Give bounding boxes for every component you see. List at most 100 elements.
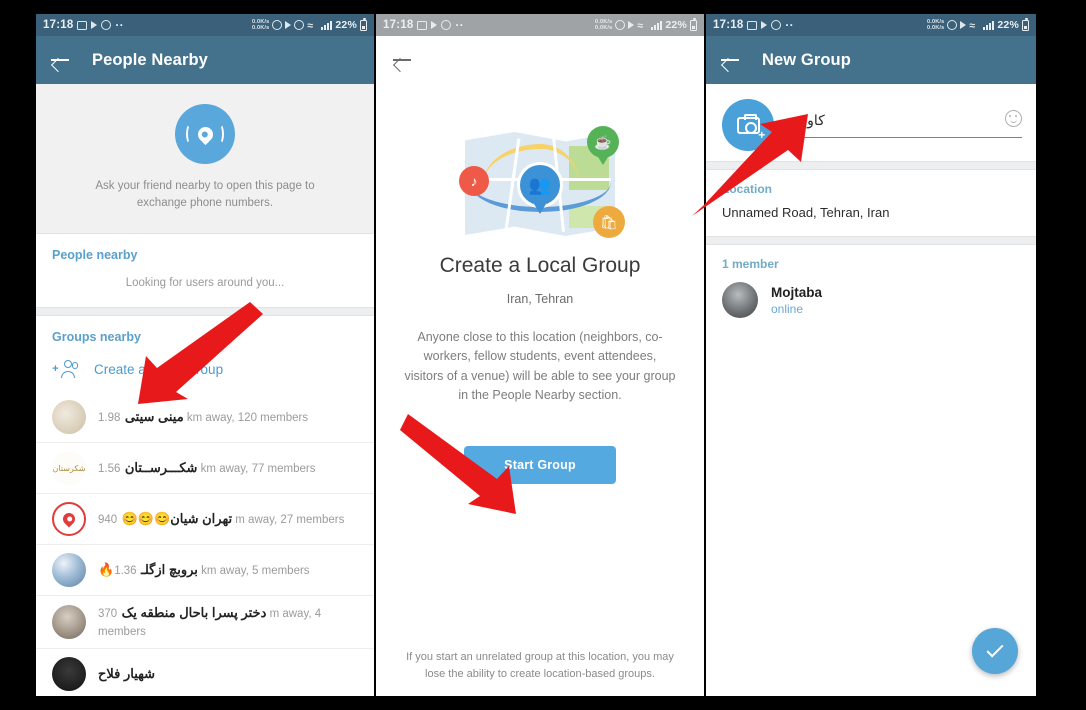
phone-panel-create-local-group: 17:18 ·· 0.0K/s 0.0K/s ≈ 22% ♪ 👥 ☕ 🛍 Cre…	[376, 14, 704, 696]
battery-percent-label: 22%	[665, 19, 687, 31]
back-arrow-icon[interactable]	[392, 50, 412, 70]
app-bar-people-nearby: People Nearby	[36, 36, 374, 84]
play-icon	[431, 21, 438, 29]
wifi-icon: ≈	[307, 19, 314, 32]
people-pin-icon: 👥	[517, 162, 563, 214]
status-bar: 17:18 ·· 0.0K/s 0.0K/s ≈ 22%	[706, 14, 1036, 36]
coffee-pin-icon: ☕	[587, 126, 619, 165]
start-group-button[interactable]: Start Group	[464, 445, 616, 484]
wifi-icon: ≈	[637, 19, 644, 32]
signal-icon	[651, 20, 663, 30]
list-item[interactable]: مینی سیتی 1.98 km away, 120 members	[36, 392, 374, 444]
description-text: Anyone close to this location (neighbors…	[404, 330, 676, 403]
mute-icon	[960, 21, 967, 29]
status-bar-right: 0.0K/s 0.0K/s ≈ 22%	[926, 18, 1029, 32]
group-name: مینی سیتی	[124, 409, 184, 425]
create-local-group-body: ♪ 👥 ☕ 🛍 Create a Local Group Iran, Tehra…	[376, 126, 704, 484]
location-icon	[294, 20, 305, 30]
alarm-icon	[615, 20, 626, 30]
play-icon	[761, 21, 768, 29]
group-name-value: کاوش	[790, 112, 825, 128]
avatar	[52, 400, 86, 435]
list-item[interactable]: 🔥بروبچ ازگلـ 1.36 km away, 5 members	[36, 545, 374, 597]
status-bar-clock: 17:18	[713, 19, 744, 31]
location-subtitle: Iran, Tehran	[506, 292, 574, 306]
status-bar-left: 17:18 ··	[43, 19, 124, 31]
hero-description: Ask your friend nearby to open this page…	[95, 180, 315, 209]
list-item[interactable]: شکرستان شکـــرســتان 1.56 km away, 77 me…	[36, 443, 374, 495]
group-name: شکـــرســتان	[124, 460, 198, 476]
avatar: شکرستان	[52, 451, 86, 486]
avatar	[52, 553, 86, 588]
location-value[interactable]: Unnamed Road, Tehran, Iran	[706, 205, 1036, 236]
group-name-row: + کاوش	[706, 84, 1036, 161]
list-item[interactable]: Mojtaba online	[706, 280, 1036, 328]
phone-panel-people-nearby: 17:18 ·· 0.0K/s 0.0K/s ≈ 22% People Near…	[36, 14, 374, 696]
list-item[interactable]: تهران شیان😊😊😊 940 m away, 27 members	[36, 494, 374, 546]
check-icon	[986, 640, 1004, 658]
location-label: Location	[722, 182, 772, 196]
battery-icon	[1022, 18, 1029, 31]
music-pin-icon: ♪	[459, 166, 489, 196]
more-dots-icon: ··	[785, 18, 794, 32]
status-bar: 17:18 ·· 0.0K/s 0.0K/s ≈ 22%	[376, 14, 704, 36]
play-icon	[91, 21, 98, 29]
screenshot-root: 17:18 ·· 0.0K/s 0.0K/s ≈ 22% People Near…	[0, 0, 1086, 710]
status-bar-left: 17:18 ··	[713, 19, 794, 31]
page-title: People Nearby	[92, 50, 208, 69]
member-name: Mojtaba	[771, 284, 823, 300]
app-bar-new-group: New Group	[706, 36, 1036, 84]
alarm-icon	[947, 20, 958, 30]
add-users-icon: +	[52, 360, 78, 379]
list-item[interactable]: دختر پسرا باحال منطقه یک 370 m away, 4 m…	[36, 596, 374, 650]
status-bar-left: 17:18 ··	[383, 19, 464, 31]
camera-add-icon[interactable]: +	[722, 99, 774, 151]
avatar	[52, 502, 86, 537]
emoji-smile-icon[interactable]	[1005, 110, 1022, 127]
network-speed-indicator: 0.0K/s 0.0K/s	[251, 19, 270, 31]
section-divider	[706, 236, 1036, 245]
alarm-icon	[272, 20, 283, 30]
page-title: Create a Local Group	[439, 254, 641, 277]
more-dots-icon: ··	[455, 18, 464, 32]
screenshot-icon	[771, 20, 782, 30]
mute-icon	[628, 21, 635, 29]
status-bar: 17:18 ·· 0.0K/s 0.0K/s ≈ 22%	[36, 14, 374, 36]
battery-percent-label: 22%	[335, 19, 357, 31]
status-bar-clock: 17:18	[43, 19, 74, 31]
group-name: شهیار فلاح	[98, 666, 156, 682]
confirm-fab-button[interactable]	[972, 628, 1018, 674]
page-title: New Group	[762, 50, 851, 69]
wifi-icon: ≈	[969, 19, 976, 32]
phone-panel-new-group: 17:18 ·· 0.0K/s 0.0K/s ≈ 22% New Group +…	[706, 14, 1036, 696]
group-name: دختر پسرا باحال منطقه یک	[121, 605, 267, 621]
section-heading-people-nearby: People nearby	[52, 248, 138, 263]
back-arrow-icon[interactable]	[50, 50, 70, 70]
list-item[interactable]: شهیار فلاح	[36, 649, 374, 696]
map-illustration: ♪ 👥 ☕ 🛍	[459, 126, 625, 238]
groups-nearby-list: مینی سیتی 1.98 km away, 120 members شکرس…	[36, 392, 374, 696]
shop-pin-icon: 🛍	[593, 206, 625, 238]
battery-icon	[360, 18, 367, 31]
section-heading-groups-nearby: Groups nearby	[52, 330, 141, 345]
screenshot-icon	[101, 20, 112, 30]
screenshot-icon	[441, 20, 452, 30]
network-speed-indicator: 0.0K/s 0.0K/s	[926, 19, 945, 31]
footer-warning-text: If you start an unrelated group at this …	[406, 651, 674, 680]
status-bar-right: 0.0K/s 0.0K/s ≈ 22%	[595, 18, 697, 32]
group-name: 🔥بروبچ ازگلـ	[98, 562, 198, 578]
app-bar-create-local-group	[376, 36, 704, 84]
status-bar-clock: 17:18	[383, 19, 414, 31]
section-divider	[706, 161, 1036, 170]
back-arrow-icon[interactable]	[720, 50, 740, 70]
battery-icon	[690, 18, 697, 31]
members-count-label: 1 member	[722, 257, 779, 271]
signal-icon	[321, 20, 333, 30]
signal-icon	[983, 20, 995, 30]
group-name-input[interactable]: کاوش	[790, 110, 1022, 138]
people-nearby-hero: Ask your friend nearby to open this page…	[36, 84, 374, 235]
gallery-icon	[747, 20, 758, 30]
create-local-group-label: Create a Local Group	[94, 362, 224, 378]
create-local-group-row[interactable]: + Create a Local Group	[36, 353, 374, 392]
more-dots-icon: ··	[115, 18, 124, 32]
